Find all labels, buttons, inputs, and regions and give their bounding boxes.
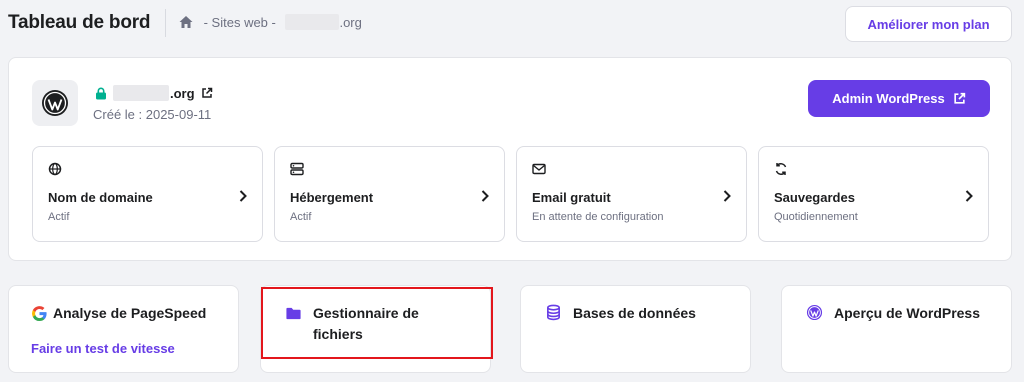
admin-wordpress-button[interactable]: Admin WordPress bbox=[808, 80, 990, 117]
breadcrumb: - Sites web - .org bbox=[178, 14, 362, 30]
speed-test-link[interactable]: Faire un test de vitesse bbox=[31, 341, 175, 356]
upgrade-plan-button[interactable]: Améliorer mon plan bbox=[845, 6, 1012, 42]
service-email[interactable]: Email gratuit En attente de configuratio… bbox=[516, 146, 747, 242]
service-status: Actif bbox=[48, 211, 70, 223]
tool-pagespeed[interactable]: Analyse de PageSpeed Faire un test de vi… bbox=[8, 285, 239, 373]
chevron-right-icon bbox=[723, 190, 731, 202]
redacted-domain bbox=[113, 85, 169, 101]
lock-icon bbox=[96, 87, 106, 99]
service-hosting[interactable]: Hébergement Actif bbox=[274, 146, 505, 242]
server-icon bbox=[290, 162, 304, 176]
tool-databases[interactable]: Bases de données bbox=[520, 285, 751, 373]
sync-icon bbox=[775, 163, 787, 175]
wordpress-logo bbox=[32, 80, 78, 126]
tool-wordpress-overview[interactable]: Aperçu de WordPress bbox=[781, 285, 1012, 373]
created-date: Créé le : 2025-09-11 bbox=[93, 107, 212, 122]
chevron-right-icon bbox=[481, 190, 489, 202]
redacted-domain bbox=[285, 14, 340, 30]
database-icon bbox=[547, 304, 560, 321]
breadcrumb-sites[interactable]: - Sites web - bbox=[200, 15, 279, 30]
external-link-icon bbox=[954, 92, 965, 104]
domain-suffix: .org bbox=[170, 85, 195, 101]
divider bbox=[165, 9, 166, 37]
wordpress-icon bbox=[806, 304, 823, 321]
service-status: Actif bbox=[290, 211, 312, 223]
site-overview-card: .org Créé le : 2025-09-11 Admin WordPres… bbox=[8, 57, 1012, 261]
home-icon[interactable] bbox=[178, 14, 194, 30]
service-status: Quotidiennement bbox=[774, 211, 858, 223]
globe-icon bbox=[48, 162, 62, 176]
mail-icon bbox=[532, 163, 546, 175]
service-title: Email gratuit bbox=[532, 190, 611, 205]
service-title: Sauvegardes bbox=[774, 190, 855, 205]
chevron-right-icon bbox=[239, 190, 247, 202]
wordpress-icon bbox=[42, 90, 68, 116]
breadcrumb-domain-suffix: .org bbox=[339, 14, 362, 30]
external-link-icon[interactable] bbox=[201, 87, 213, 99]
highlight-box bbox=[261, 287, 493, 359]
admin-wordpress-label: Admin WordPress bbox=[832, 91, 945, 106]
site-domain[interactable]: .org bbox=[95, 85, 213, 101]
service-domain[interactable]: Nom de domaine Actif bbox=[32, 146, 263, 242]
google-icon bbox=[32, 306, 47, 322]
page-title: Tableau de bord bbox=[8, 12, 151, 33]
service-backups[interactable]: Sauvegardes Quotidiennement bbox=[758, 146, 989, 242]
service-status: En attente de configuration bbox=[532, 211, 664, 223]
service-title: Nom de domaine bbox=[48, 190, 153, 205]
tool-title: Aperçu de WordPress bbox=[834, 305, 981, 321]
chevron-right-icon bbox=[965, 190, 973, 202]
top-bar: Tableau de bord - Sites web - .org Améli… bbox=[0, 0, 1024, 46]
service-title: Hébergement bbox=[290, 190, 374, 205]
tool-title: Analyse de PageSpeed bbox=[53, 305, 207, 321]
tool-title: Bases de données bbox=[573, 305, 696, 321]
